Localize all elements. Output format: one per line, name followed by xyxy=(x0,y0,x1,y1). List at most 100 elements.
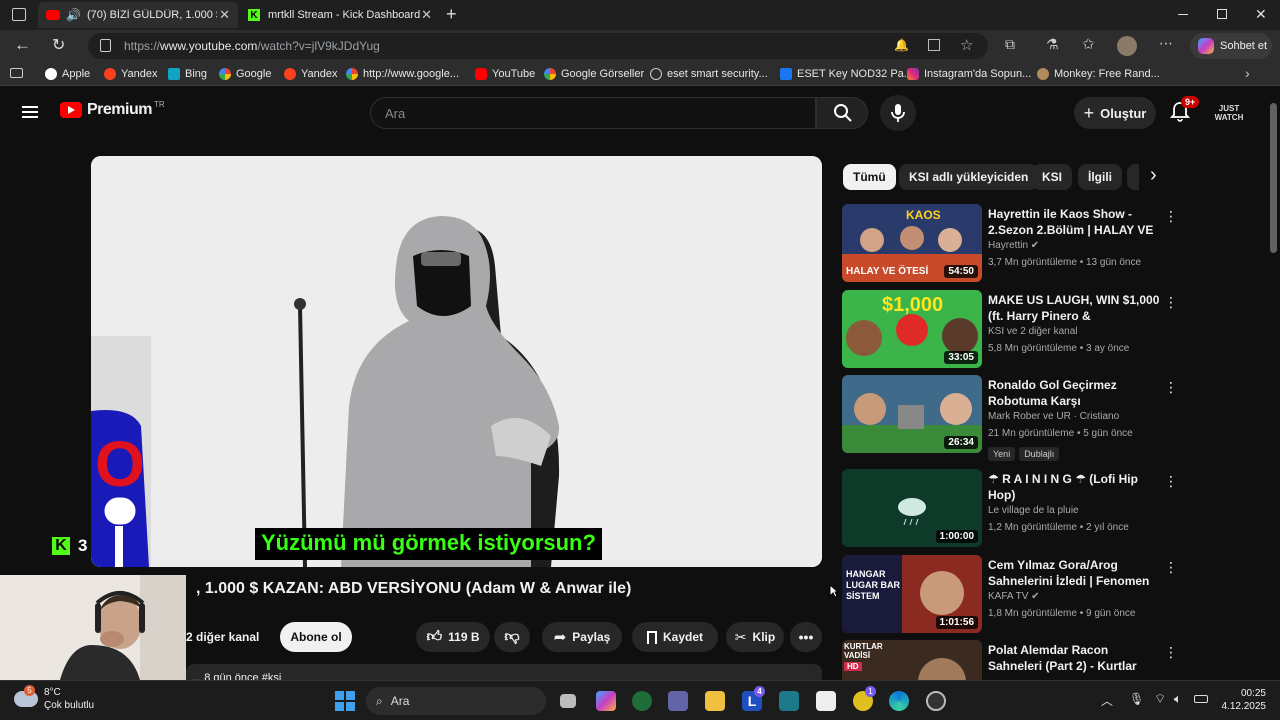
scrollbar-thumb[interactable] xyxy=(1270,103,1277,253)
hamburger-menu-icon[interactable] xyxy=(22,106,38,118)
share-button[interactable]: ➦ Paylaş xyxy=(542,622,622,652)
apps-icon[interactable] xyxy=(928,39,940,51)
more-vertical-icon[interactable]: ⋮ xyxy=(1164,559,1178,576)
channel-info[interactable]: 2 diğer kanal xyxy=(186,630,259,644)
bookmark-yandex[interactable]: Yandex xyxy=(104,66,158,82)
favorite-star-icon[interactable]: ☆ xyxy=(960,36,973,54)
video-thumbnail[interactable]: HANGAR LUGAR BAR SİSTEM 1:01:56 xyxy=(842,555,982,633)
video-thumbnail[interactable]: $1,000 33:05 xyxy=(842,290,982,368)
start-button[interactable] xyxy=(335,691,355,711)
subscribe-button[interactable]: Abone ol xyxy=(280,622,352,652)
obs-icon[interactable] xyxy=(926,691,946,711)
chip-from-uploader[interactable]: KSI adlı yükleyiciden xyxy=(899,164,1039,190)
video-thumbnail[interactable]: 26:34 xyxy=(842,375,982,453)
tab-kick-dashboard[interactable]: K mrtkll Stream - Kick Dashboard ✕ xyxy=(240,2,440,28)
more-actions-button[interactable]: ••• xyxy=(790,622,822,652)
dislike-button[interactable]: 👎︎ xyxy=(494,622,530,652)
url-field[interactable]: https://www.youtube.com/watch?v=jlV9kJDd… xyxy=(88,33,988,59)
store-bag-icon[interactable] xyxy=(816,691,836,711)
wifi-icon[interactable]: ⌔ xyxy=(1154,691,1166,707)
more-vertical-icon[interactable]: ⋮ xyxy=(1164,379,1178,396)
recommendation-channel[interactable]: Le village de la pluie xyxy=(988,505,1079,516)
more-vertical-icon[interactable]: ⋮ xyxy=(1164,473,1178,490)
chips-next-icon[interactable]: › xyxy=(1150,164,1157,187)
clock[interactable]: 00:25 4.12.2025 xyxy=(1212,687,1267,713)
chip-all[interactable]: Tümü xyxy=(843,164,896,190)
bookmark-apple[interactable]: Apple xyxy=(45,66,90,82)
recommendation-item[interactable]: HANGAR LUGAR BAR SİSTEM 1:01:56 Cem Yılm… xyxy=(842,555,1182,635)
more-vertical-icon[interactable]: ⋮ xyxy=(1164,294,1178,311)
minimize-icon[interactable] xyxy=(1178,14,1188,15)
weather-widget[interactable]: 5 8°C Çok bulutlu xyxy=(14,685,94,712)
store-icon[interactable] xyxy=(779,691,799,711)
tray-chevron-icon[interactable]: ︿ xyxy=(1101,692,1113,709)
tab-youtube[interactable]: 🔊 (70) BİZİ GÜLDÜR, 1.000 $ K ✕ xyxy=(38,2,238,28)
site-info-icon[interactable] xyxy=(100,39,111,52)
chip-related[interactable]: İlgili xyxy=(1078,164,1122,190)
bookmark-bing[interactable]: Bing xyxy=(168,66,207,82)
chip-partial[interactable] xyxy=(1127,164,1139,190)
account-avatar[interactable]: JUST WATCH xyxy=(1212,99,1246,127)
recommendation-title[interactable]: ☂ R A I N I N G ☂ (Lofi Hip Hop) xyxy=(988,471,1160,503)
copilot-button[interactable]: Sohbet et xyxy=(1190,33,1272,59)
bookmark-monkey[interactable]: Monkey: Free Rand... xyxy=(1037,66,1160,82)
volume-icon[interactable]: 🔈︎ xyxy=(1174,691,1182,707)
close-window-icon[interactable]: ✕ xyxy=(1255,6,1267,23)
more-vertical-icon[interactable]: ⋮ xyxy=(1164,644,1178,661)
recommendation-title[interactable]: Polat Alemdar Racon Sahneleri (Part 2) -… xyxy=(988,642,1160,674)
recommendation-channel[interactable]: Hayrettin ✔ xyxy=(988,240,1039,251)
recommendation-title[interactable]: Ronaldo Gol Geçirmez Robotuma Karşı xyxy=(988,377,1160,409)
bookmark-youtube[interactable]: YouTube xyxy=(475,66,535,82)
more-vertical-icon[interactable]: ⋮ xyxy=(1164,208,1178,225)
video-thumbnail[interactable]: KURTLAR VADİSİ HD xyxy=(842,640,982,680)
save-button[interactable]: Kaydet xyxy=(632,622,718,652)
recommendation-title[interactable]: Cem Yılmaz Gora/Arog Sahnelerini İzledi … xyxy=(988,557,1160,589)
teams-icon[interactable] xyxy=(668,691,688,711)
voice-search-button[interactable] xyxy=(880,95,916,131)
edge-icon[interactable] xyxy=(889,691,909,711)
recommendation-item[interactable]: 26:34 Ronaldo Gol Geçirmez Robotuma Karş… xyxy=(842,375,1182,461)
clip-button[interactable]: ✂ Klip xyxy=(726,622,784,652)
video-thumbnail[interactable]: HALAY VE ÖTESİ KAOS 54:50 xyxy=(842,204,982,282)
bookmark-eset[interactable]: eset smart security... xyxy=(650,66,768,82)
bookmark-google-url[interactable]: http://www.google... xyxy=(346,66,459,82)
maximize-icon[interactable] xyxy=(1217,9,1227,19)
search-button[interactable] xyxy=(816,97,868,129)
chevron-right-icon[interactable]: › xyxy=(1245,65,1250,81)
speaker-icon[interactable]: 🔊 xyxy=(66,8,81,22)
extensions-icon[interactable]: ⧉ xyxy=(1005,36,1015,53)
app-icon[interactable] xyxy=(632,691,652,711)
more-menu-icon[interactable]: ⋯ xyxy=(1159,35,1173,52)
back-icon[interactable]: ← xyxy=(14,35,31,55)
tab-actions-icon[interactable] xyxy=(12,8,26,21)
recommendation-channel[interactable]: Mark Rober ve UR · Cristiano xyxy=(988,411,1119,422)
recommendation-title[interactable]: Hayrettin ile Kaos Show - 2.Sezon 2.Bölü… xyxy=(988,206,1160,238)
recommendation-title[interactable]: MAKE US LAUGH, WIN $1,000 (ft. Harry Pin… xyxy=(988,292,1160,324)
profile-avatar[interactable] xyxy=(1117,36,1137,56)
like-button[interactable]: 👍︎ 119 B xyxy=(416,622,490,652)
browser-essentials-icon[interactable]: ⚗ xyxy=(1046,36,1059,53)
file-explorer-icon[interactable] xyxy=(705,691,725,711)
recommendation-item[interactable]: KURTLAR VADİSİ HD Polat Alemdar Racon Sa… xyxy=(842,640,1182,680)
close-tab-icon[interactable]: ✕ xyxy=(421,7,432,23)
description-box[interactable]: ... 8 gün önce #ksi xyxy=(186,664,822,680)
refresh-icon[interactable]: ↻ xyxy=(52,35,65,55)
favorites-icon[interactable]: ✩ xyxy=(1082,35,1095,53)
mic-tray-icon[interactable]: 🎙︎ xyxy=(1129,692,1144,706)
notification-bell-icon[interactable]: 🔔 xyxy=(894,38,909,52)
collections-icon[interactable] xyxy=(10,68,23,78)
close-tab-icon[interactable]: ✕ xyxy=(219,7,230,23)
task-view-icon[interactable] xyxy=(560,694,576,708)
bookmark-instagram[interactable]: Instagram'da Sopun... xyxy=(907,66,1031,82)
chat-app-icon[interactable]: 1 xyxy=(853,686,876,711)
search-input[interactable]: Ara xyxy=(370,97,816,129)
video-player[interactable]: O K 3 xyxy=(91,156,822,567)
recommendation-channel[interactable]: KSI ve 2 diğer kanal xyxy=(988,326,1078,337)
recommendation-item[interactable]: $1,000 33:05 MAKE US LAUGH, WIN $1,000 (… xyxy=(842,290,1182,370)
bookmark-yandex-2[interactable]: Yandex xyxy=(284,66,338,82)
recommendation-item[interactable]: 1:00:00 ☂ R A I N I N G ☂ (Lofi Hip Hop)… xyxy=(842,469,1182,549)
bookmark-eset-key[interactable]: ESET Key NOD32 Pa... xyxy=(780,66,913,82)
bookmark-google[interactable]: Google xyxy=(219,66,271,82)
chip-ksi[interactable]: KSI xyxy=(1032,164,1073,190)
l-app-icon[interactable]: L4 xyxy=(742,686,765,711)
